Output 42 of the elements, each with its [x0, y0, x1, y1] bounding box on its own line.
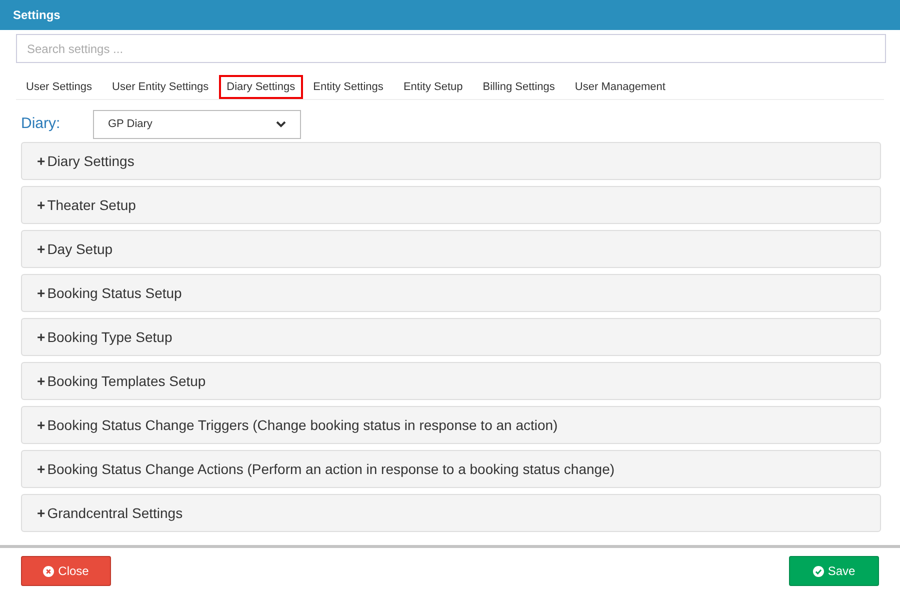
- diary-dropdown[interactable]: GP Diary: [93, 110, 301, 139]
- tab[interactable]: User Management: [564, 75, 676, 99]
- plus-icon: +: [37, 458, 46, 480]
- check-icon: [812, 566, 824, 576]
- tab[interactable]: User Settings: [16, 75, 102, 99]
- section-title: Diary Settings: [47, 152, 134, 171]
- section-title: Booking Templates Setup: [47, 372, 206, 391]
- tab[interactable]: User Entity Settings: [102, 75, 219, 99]
- plus-icon: +: [37, 414, 46, 436]
- accordion-header[interactable]: +Grandcentral Settings: [21, 494, 881, 532]
- accordion-header[interactable]: +Booking Status Change Actions (Perform an action in response to a booking status change): [21, 450, 881, 488]
- section-title: Day Setup: [47, 240, 113, 259]
- close-button[interactable]: Close: [21, 556, 111, 586]
- accordion-header[interactable]: +Diary Settings: [21, 142, 881, 180]
- chevron-down-icon: [276, 121, 286, 128]
- accordion-header[interactable]: +Theater Setup: [21, 186, 881, 224]
- accordion-header[interactable]: +Day Setup: [21, 230, 881, 268]
- section-title: Theater Setup: [47, 196, 136, 215]
- plus-icon: +: [37, 370, 46, 392]
- accordion-header[interactable]: +Booking Templates Setup: [21, 362, 881, 400]
- diary-label: Diary:: [21, 114, 62, 134]
- section-title: Booking Status Change Triggers (Change booking status in response to an action): [47, 416, 558, 435]
- tab[interactable]: Billing Settings: [472, 75, 565, 99]
- tab[interactable]: Entity Settings: [303, 75, 394, 99]
- plus-icon: +: [37, 194, 46, 216]
- close-icon: [43, 566, 54, 576]
- plus-icon: +: [37, 502, 46, 524]
- section-title: Grandcentral Settings: [47, 504, 183, 523]
- plus-icon: +: [37, 238, 46, 260]
- section-title: Booking Status Change Actions (Perform an action in response to a booking status change): [47, 460, 615, 479]
- window-title: Settings: [13, 7, 60, 24]
- plus-icon: +: [37, 282, 46, 304]
- accordion-header[interactable]: +Booking Type Setup: [21, 318, 881, 356]
- section-title: Booking Type Setup: [47, 328, 172, 347]
- search-field[interactable]: Search settings ...: [16, 34, 886, 63]
- tab[interactable]: Diary Settings: [218, 75, 304, 99]
- section-title: Booking Status Setup: [47, 284, 182, 303]
- accordion-header[interactable]: +Booking Status Setup: [21, 274, 881, 312]
- plus-icon: +: [37, 326, 46, 348]
- plus-icon: +: [37, 150, 46, 172]
- accordion-header[interactable]: +Booking Status Change Triggers (Change booking status in response to an action): [21, 406, 881, 444]
- tab[interactable]: Entity Setup: [393, 75, 473, 99]
